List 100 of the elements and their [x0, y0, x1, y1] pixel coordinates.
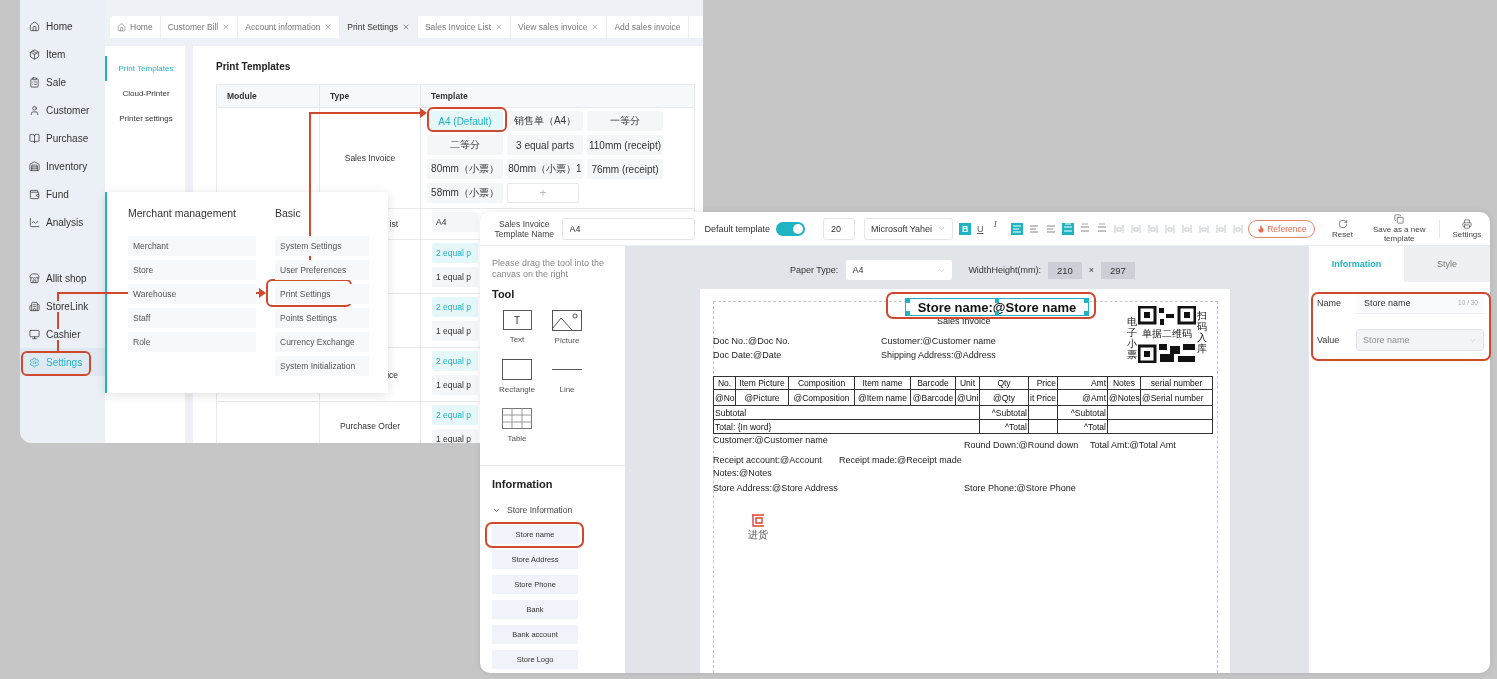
- document-field: Doc No.:@Doc No.: [713, 335, 790, 347]
- template-option[interactable]: 3 equal parts: [507, 135, 583, 155]
- toolbar-action[interactable]: Reset: [1325, 218, 1360, 239]
- column-header: Composition: [788, 376, 855, 390]
- table-cell: @Serial number: [1140, 389, 1213, 406]
- field-label: WidthHeight(mm):: [968, 265, 1041, 275]
- stamp-label: 进货: [748, 528, 768, 542]
- template-option[interactable]: 一等分: [587, 111, 663, 131]
- menu-item[interactable]: Warehouse: [128, 284, 256, 304]
- column-header: Qty: [979, 376, 1029, 390]
- template-option[interactable]: 1 equal p: [432, 267, 478, 287]
- table-cell: it Price: [1028, 389, 1058, 406]
- document-field: Customer:@Customer name: [881, 335, 996, 347]
- qr-side-label: 扫码入库: [1197, 310, 1207, 356]
- table-cell: @Uni: [955, 389, 980, 406]
- sidebar-item[interactable]: Sale: [20, 68, 105, 96]
- template-name-field[interactable]: A4: [561, 217, 695, 240]
- text-tool-icon[interactable]: T: [502, 310, 532, 330]
- group-header[interactable]: Store Information: [480, 505, 625, 515]
- sidebar-item[interactable]: Inventory: [20, 152, 105, 180]
- document-field: Round Down:@Round down: [964, 439, 1079, 451]
- width-value: 210: [1047, 261, 1082, 279]
- table-cell: @No: [713, 389, 736, 406]
- tool-label: Picture: [554, 336, 580, 345]
- table-cell: ^Total: [1057, 419, 1108, 434]
- height-value: 297: [1101, 261, 1135, 279]
- italic-button[interactable]: I: [989, 218, 1002, 230]
- document-field: Receipt account:@Account: [713, 454, 822, 466]
- column-header: Unit: [955, 376, 980, 390]
- section-heading: Information: [491, 478, 554, 490]
- menu-heading: Merchant management: [128, 207, 237, 221]
- sidebar-item[interactable]: Purchase: [20, 124, 105, 152]
- template-option[interactable]: 1 equal p: [432, 375, 478, 395]
- template-option[interactable]: 销售单（A4）: [507, 111, 583, 131]
- table-cell: ^Subtotal: [1057, 405, 1108, 420]
- table-cell: @Picture: [735, 389, 789, 406]
- table-cell: Total: {In word}: [713, 419, 980, 434]
- template-option[interactable]: A4: [432, 212, 478, 232]
- qr-label: 单据二维码: [1140, 328, 1194, 340]
- menu-item[interactable]: Store: [128, 260, 256, 280]
- template-option[interactable]: 80mm（小票）: [427, 159, 503, 179]
- qr-side-label: 电子小票: [1127, 316, 1137, 362]
- tab[interactable]: Home: [110, 16, 161, 38]
- template-option[interactable]: 1 equal p: [432, 321, 478, 341]
- underline-button[interactable]: U: [974, 222, 987, 235]
- sidebar-item[interactable]: Home: [20, 12, 105, 40]
- column-header: Template: [420, 84, 695, 108]
- menu-item[interactable]: Print Settings: [275, 284, 369, 304]
- menu-item[interactable]: Merchant: [128, 236, 256, 256]
- tool-label: Text: [509, 335, 525, 344]
- template-option[interactable]: 76mm (receipt): [587, 159, 663, 179]
- menu-item[interactable]: Currency Exchange: [275, 332, 369, 352]
- menu-heading: Basic: [275, 207, 302, 221]
- column-header: Module: [216, 84, 320, 108]
- font-family-select[interactable]: Microsoft Yahei: [863, 217, 954, 240]
- template-option[interactable]: 110mm (receipt): [587, 135, 663, 155]
- paper-type-select[interactable]: A4: [845, 259, 954, 281]
- column-header: Price: [1028, 376, 1058, 390]
- column-header: Type: [319, 84, 421, 108]
- field-label: Default template: [704, 223, 771, 234]
- sidebar-item[interactable]: Allit shop: [20, 264, 105, 292]
- sidebar-item[interactable]: Customer: [20, 96, 105, 124]
- menu-item[interactable]: Role: [128, 332, 256, 352]
- store-name-element[interactable]: Store name:@Store name: [905, 298, 1089, 316]
- table-cell-text: ice: [386, 369, 399, 380]
- sidebar-item[interactable]: Fund: [20, 180, 105, 208]
- tab[interactable]: Style: [1404, 246, 1490, 282]
- sidebar-item[interactable]: Item: [20, 40, 105, 68]
- menu-item[interactable]: User Preferences: [275, 260, 369, 280]
- column-header: Notes: [1107, 376, 1141, 390]
- subnav-item[interactable]: Cloud-Printer: [105, 81, 185, 106]
- template-option[interactable]: 80mm（小票）1: [507, 159, 583, 179]
- menu-item[interactable]: Points Settings: [275, 308, 369, 328]
- tool-label: Line: [559, 385, 575, 394]
- column-header: Item Picture: [735, 376, 789, 390]
- sidebar-item[interactable]: Analysis: [20, 208, 105, 236]
- menu-item[interactable]: Staff: [128, 308, 256, 328]
- table-cell: @Composition: [788, 389, 855, 406]
- document-field: Notes:@Notes: [713, 467, 772, 479]
- sidebar-item[interactable]: Cashier: [20, 320, 105, 348]
- toolbar-action[interactable]: Settings: [1449, 218, 1484, 239]
- font-size-field[interactable]: 20: [822, 217, 855, 240]
- table-cell: @Notes: [1107, 389, 1141, 406]
- section-heading: Tool: [491, 288, 516, 300]
- column-header: No.: [713, 376, 736, 390]
- column-header: Item name: [854, 376, 911, 390]
- template-option[interactable]: 1 equal p: [432, 429, 478, 443]
- menu-item[interactable]: System Initialization: [275, 356, 369, 376]
- sidebar-item[interactable]: StoreLink: [20, 292, 105, 320]
- subnav-item[interactable]: Printer settings: [105, 106, 185, 131]
- toolbar-action[interactable]: Save as a new template: [1369, 214, 1429, 243]
- menu-item[interactable]: System Settings: [275, 236, 369, 256]
- tool-label: Table: [507, 434, 527, 443]
- table-cell-text: Sales Invoice: [343, 153, 397, 163]
- template-option[interactable]: 58mm（小票）: [427, 183, 503, 203]
- tab[interactable]: Print Settings: [340, 16, 418, 38]
- template-option[interactable]: 二等分: [427, 135, 503, 155]
- table-cell-text: ist: [388, 219, 399, 229]
- document-field: Customer:@Customer name: [713, 434, 828, 446]
- table-cell: ^Total: [979, 419, 1029, 434]
